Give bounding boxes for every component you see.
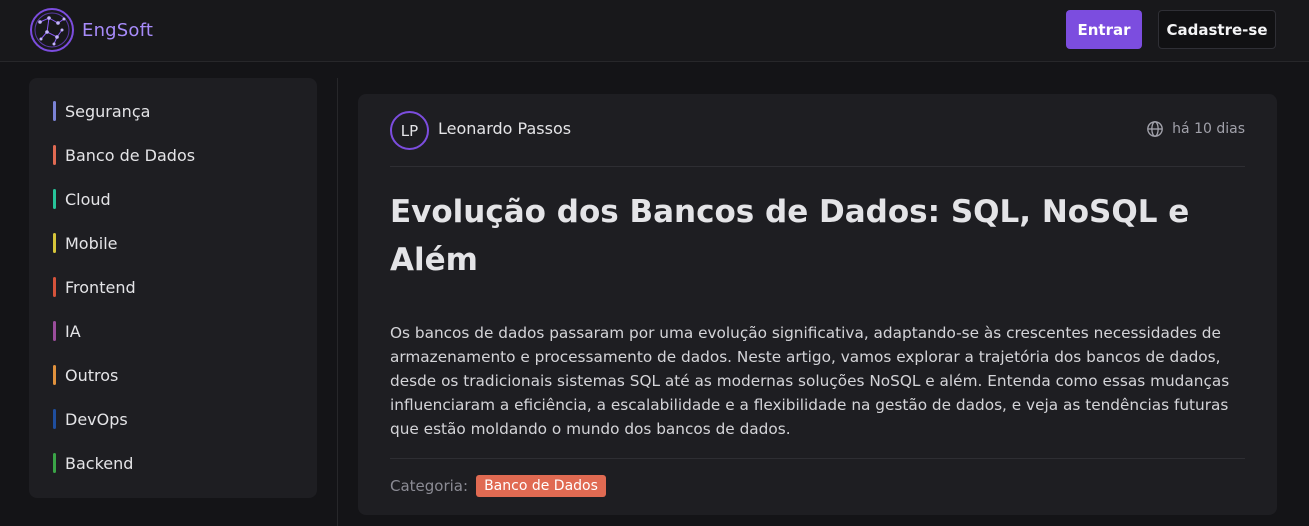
signup-button[interactable]: Cadastre-se [1158,10,1276,49]
avatar[interactable]: LP [390,111,429,150]
category-color-bar [53,365,56,385]
sidebar-item-frontend[interactable]: Frontend [53,276,136,298]
category-label: Categoria: [390,477,469,495]
post-card[interactable]: LP Leonardo Passos há 10 dias Evolução d… [358,94,1277,515]
sidebar-item-label: Backend [65,453,134,473]
category-color-bar [53,277,56,297]
sidebar-item-mobile[interactable]: Mobile [53,232,117,254]
divider [390,166,1245,167]
post-timestamp: há 10 dias [1146,120,1245,138]
author-name[interactable]: Leonardo Passos [438,119,571,138]
sidebar-item-banco-de-dados[interactable]: Banco de Dados [53,144,195,166]
sidebar-item-label: IA [65,321,81,341]
login-button[interactable]: Entrar [1066,10,1142,49]
constellation-logo-icon [30,8,74,52]
top-navbar: EngSoft Entrar Cadastre-se [0,0,1309,62]
sidebar-item-label: Outros [65,365,119,385]
sidebar-item-label: Banco de Dados [65,145,196,165]
globe-icon [1147,121,1164,137]
sidebar-item-backend[interactable]: Backend [53,452,133,474]
category-color-bar [53,233,56,253]
category-color-bar [53,409,56,429]
timestamp-text: há 10 dias [1172,121,1245,137]
category-badge[interactable]: Banco de Dados [476,475,606,497]
sidebar-item-seguranca[interactable]: Segurança [53,100,150,122]
sidebar-item-cloud[interactable]: Cloud [53,188,111,210]
sidebar-item-label: Frontend [65,277,136,297]
brand-name: EngSoft [82,19,154,41]
sidebar-item-label: Mobile [65,233,118,253]
divider [390,458,1245,459]
vertical-divider [337,78,338,526]
sidebar-item-label: Cloud [65,189,111,209]
sidebar-item-label: DevOps [65,409,128,429]
post-category-row: Categoria: Banco de Dados [390,475,606,497]
post-excerpt: Os bancos de dados passaram por uma evol… [390,324,1230,438]
sidebar-item-devops[interactable]: DevOps [53,408,128,430]
category-color-bar [53,189,56,209]
category-color-bar [53,101,56,121]
post-title[interactable]: Evolução dos Bancos de Dados: SQL, NoSQL… [390,188,1245,284]
category-sidebar: Segurança Banco de Dados Cloud Mobile Fr… [29,78,317,498]
category-color-bar [53,321,56,341]
logo[interactable]: EngSoft [28,6,153,54]
sidebar-item-label: Segurança [65,101,151,121]
category-color-bar [53,145,56,165]
category-color-bar [53,453,56,473]
sidebar-item-outros[interactable]: Outros [53,364,118,386]
sidebar-item-ia[interactable]: IA [53,320,81,342]
